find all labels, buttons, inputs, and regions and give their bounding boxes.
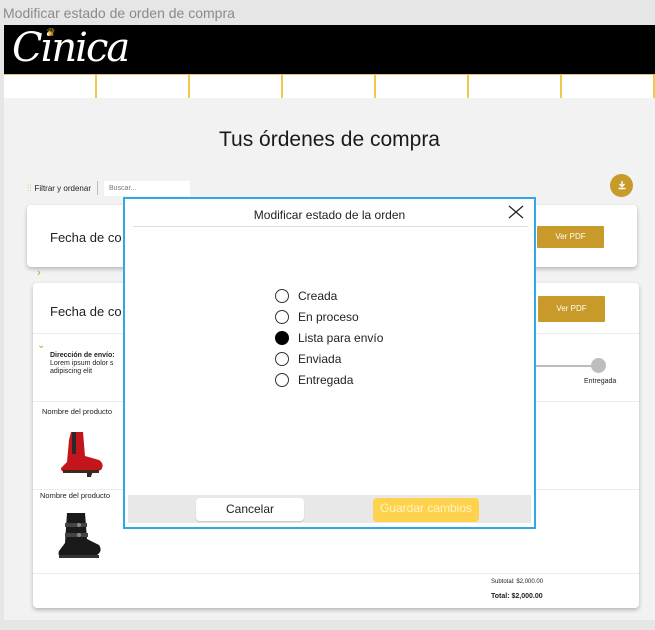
crown-icon: ♛ <box>46 27 56 39</box>
bottom-strip <box>0 620 655 630</box>
radio-button[interactable] <box>275 310 289 325</box>
total-text: Total: $2,000.00 <box>491 593 543 600</box>
header: Cinica ♛ <box>4 25 655 74</box>
product-name: Nombre del producto <box>40 491 111 500</box>
product-name: Nombre del producto <box>42 407 113 416</box>
tracking-dot <box>591 358 606 373</box>
option-label: En proceso <box>298 310 359 325</box>
tracking-label: Entregada <box>584 378 617 385</box>
status-option-lista-para-envio[interactable]: Lista para envío <box>275 328 383 349</box>
nav-item[interactable] <box>97 75 190 98</box>
order-date: Fecha de co <box>50 304 122 319</box>
radio-button[interactable] <box>275 351 289 366</box>
status-option-en-proceso[interactable]: En proceso <box>275 307 383 328</box>
product-image[interactable] <box>43 426 109 480</box>
search-input[interactable] <box>103 180 190 196</box>
download-icon[interactable] <box>610 174 633 197</box>
nav-item[interactable] <box>4 75 97 98</box>
divider <box>33 573 639 574</box>
option-label: Entregada <box>298 372 354 387</box>
option-label: Enviada <box>298 351 342 366</box>
option-label: Creada <box>298 289 338 304</box>
nav-item[interactable] <box>376 75 469 98</box>
nav-item[interactable] <box>190 75 283 98</box>
page-title: Tus órdenes de compra <box>218 128 440 151</box>
chevron-down-icon[interactable]: ⌄ <box>37 340 45 351</box>
order-date: Fecha de co <box>50 230 122 245</box>
nav-item[interactable] <box>562 75 655 98</box>
nav-item[interactable] <box>469 75 562 98</box>
cancel-button[interactable]: Cancelar <box>196 498 304 521</box>
filter-toolbar: ⫶⫶ Filtrar y ordenar <box>27 180 190 196</box>
view-pdf-button[interactable]: Ver PDF <box>537 226 604 248</box>
view-pdf-button[interactable]: Ver PDF <box>538 296 605 322</box>
subtotal-text: Subtotal: $2,000.00 <box>491 579 544 585</box>
modal-title: Modificar estado de la orden <box>253 208 406 222</box>
status-option-creada[interactable]: Creada <box>275 286 383 307</box>
chevron-right-icon[interactable]: › <box>37 267 41 279</box>
radio-button-selected[interactable] <box>275 330 289 345</box>
filter-button[interactable]: Filtrar y ordenar <box>35 184 91 193</box>
divider <box>133 226 528 227</box>
filter-icon[interactable]: ⫶⫶ <box>27 183 32 194</box>
shipping-title: Dirección de envío: <box>50 352 115 359</box>
nav-bar <box>4 74 655 98</box>
radio-button[interactable] <box>275 289 289 304</box>
status-options: Creada En proceso Lista para envío Envia… <box>275 286 383 390</box>
brand-logo[interactable]: Cinica <box>12 25 130 71</box>
divider <box>96 181 98 195</box>
modal-footer: Cancelar Guardar cambios <box>128 495 531 523</box>
shipping-address: Lorem ipsum dolor s adipiscing elit <box>50 360 114 375</box>
tracking-line <box>533 365 593 367</box>
radio-button[interactable] <box>275 372 289 387</box>
change-status-modal: Modificar estado de la orden Creada En p… <box>123 197 536 529</box>
status-option-enviada[interactable]: Enviada <box>275 348 383 369</box>
product-image[interactable] <box>41 509 107 563</box>
close-icon[interactable] <box>507 203 525 221</box>
status-option-entregada[interactable]: Entregada <box>275 369 383 390</box>
nav-item[interactable] <box>283 75 376 98</box>
save-changes-button[interactable]: Guardar cambios <box>373 498 479 522</box>
window-title: Modificar estado de orden de compra <box>3 5 235 21</box>
option-label: Lista para envío <box>298 330 384 345</box>
